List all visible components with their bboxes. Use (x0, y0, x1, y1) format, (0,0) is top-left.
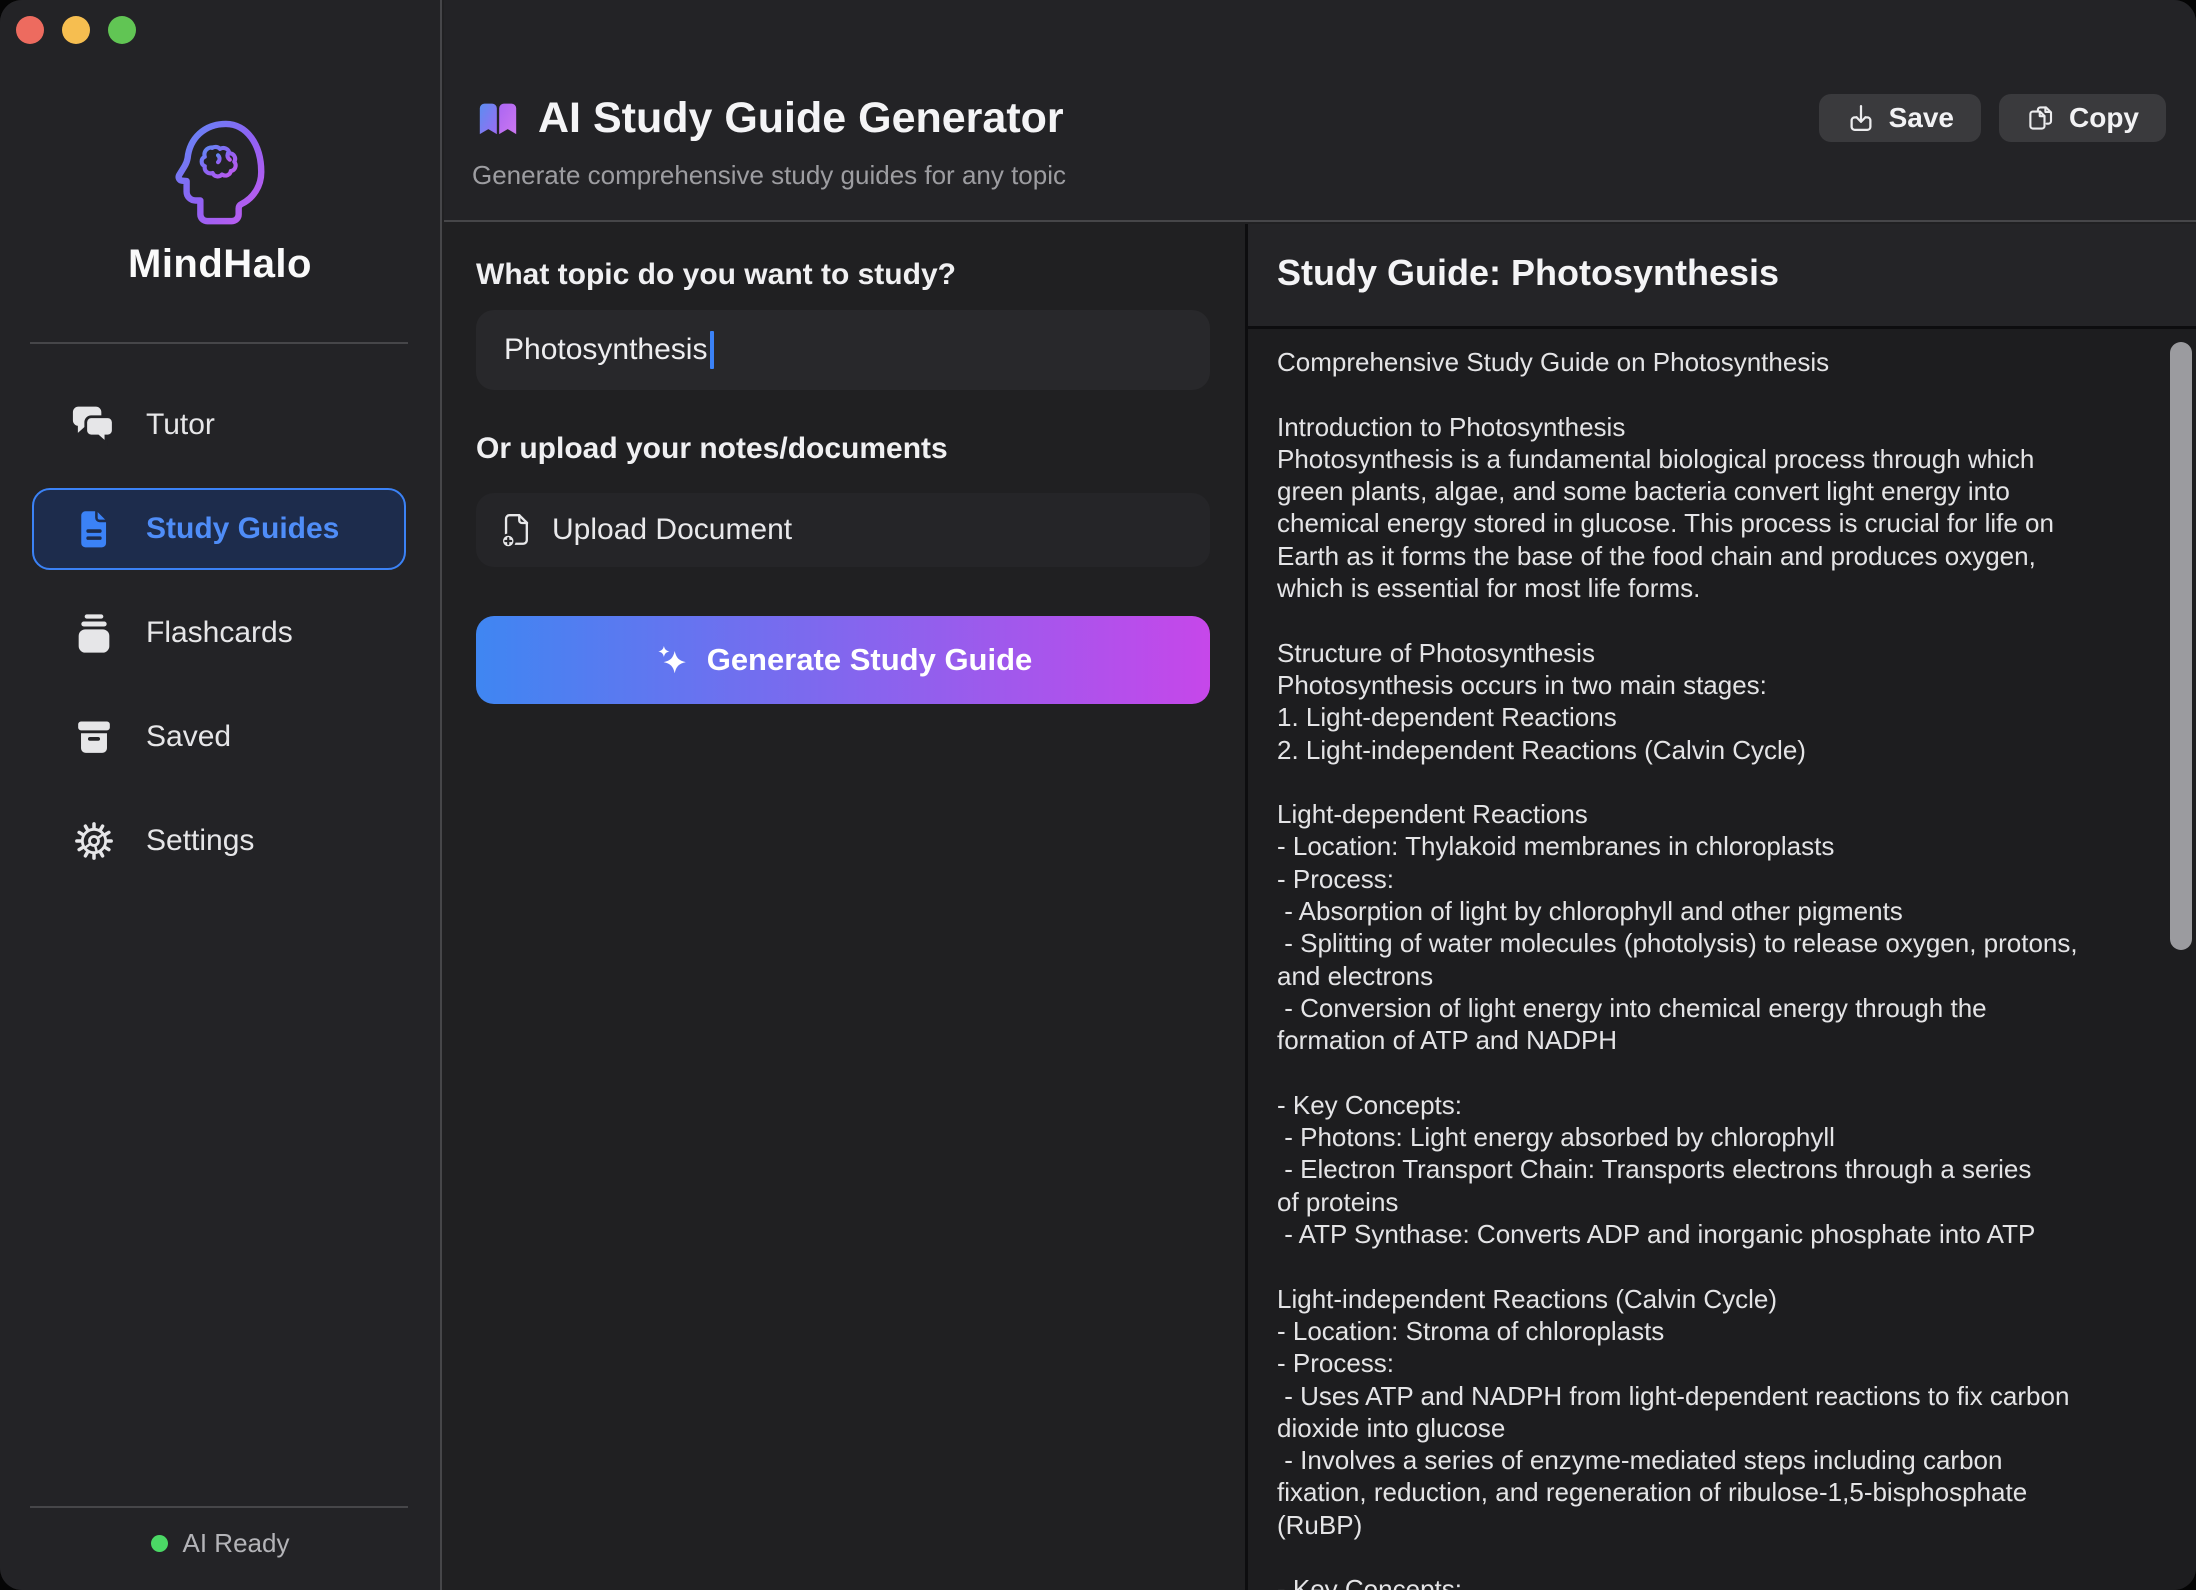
sidebar-item-label: Tutor (146, 408, 215, 442)
document-icon (70, 508, 118, 550)
brand-block: MindHalo (0, 118, 440, 287)
sidebar-item-label: Study Guides (146, 512, 339, 546)
sidebar-item-study-guides[interactable]: Study Guides (32, 488, 406, 570)
app-window: MindHalo Tutor (0, 0, 2196, 1590)
scrollbar-thumb[interactable] (2170, 342, 2192, 950)
sidebar-nav: Tutor Study Guides (32, 384, 406, 882)
zoom-button[interactable] (108, 16, 136, 44)
brand-name: MindHalo (128, 242, 312, 287)
save-download-icon (1846, 103, 1876, 133)
copy-button[interactable]: Copy (1999, 94, 2166, 142)
save-button[interactable]: Save (1819, 94, 1981, 142)
page-header: AI Study Guide Generator Generate compre… (444, 0, 2196, 222)
status-label: AI Ready (183, 1528, 290, 1559)
upload-document-button[interactable]: Upload Document (476, 493, 1210, 567)
topic-input[interactable]: Photosynthesis (476, 310, 1210, 390)
study-guide-panel: Study Guide: Photosynthesis Comprehensiv… (1248, 224, 2196, 1590)
page-title: AI Study Guide Generator (538, 94, 1064, 143)
study-guide-header: Study Guide: Photosynthesis (1248, 224, 2196, 329)
upload-label: Or upload your notes/documents (476, 432, 948, 466)
open-book-icon (476, 102, 520, 136)
sidebar-item-saved[interactable]: Saved (32, 696, 406, 778)
sidebar-item-label: Saved (146, 720, 231, 754)
brain-head-logo-icon (172, 118, 268, 228)
topic-label: What topic do you want to study? (476, 258, 956, 292)
sidebar-item-settings[interactable]: Settings (32, 800, 406, 882)
study-guide-scroll-area[interactable]: Comprehensive Study Guide on Photosynthe… (1248, 332, 2196, 1590)
chat-bubbles-icon (70, 403, 118, 447)
gear-icon (70, 821, 118, 861)
generate-study-guide-button[interactable]: Generate Study Guide (476, 616, 1210, 704)
sidebar: MindHalo Tutor (0, 0, 442, 1590)
study-guide-title: Study Guide: Photosynthesis (1277, 252, 1779, 294)
sidebar-item-label: Settings (146, 824, 254, 858)
sidebar-divider-top (30, 342, 408, 344)
copy-button-label: Copy (2069, 102, 2139, 134)
generate-button-label: Generate Study Guide (707, 642, 1033, 678)
sidebar-item-label: Flashcards (146, 616, 293, 650)
status-dot-icon (151, 1535, 168, 1552)
study-guide-text: Comprehensive Study Guide on Photosynthe… (1277, 346, 2078, 1590)
card-stack-icon (70, 611, 118, 655)
page-subtitle: Generate comprehensive study guides for … (472, 160, 1066, 191)
sidebar-item-tutor[interactable]: Tutor (32, 384, 406, 466)
sidebar-item-flashcards[interactable]: Flashcards (32, 592, 406, 674)
minimize-button[interactable] (62, 16, 90, 44)
text-cursor (710, 331, 714, 369)
topic-form-panel: What topic do you want to study? Photosy… (444, 224, 1245, 1590)
sidebar-divider-bottom (30, 1506, 408, 1508)
window-controls (16, 16, 136, 44)
main-area: AI Study Guide Generator Generate compre… (444, 0, 2196, 1590)
save-button-label: Save (1889, 102, 1954, 134)
header-actions: Save Copy (1819, 94, 2166, 142)
upload-button-label: Upload Document (552, 513, 792, 547)
ai-status: AI Ready (0, 1528, 440, 1559)
close-button[interactable] (16, 16, 44, 44)
sparkles-icon (654, 642, 690, 678)
archive-box-icon (70, 717, 118, 757)
copy-doc-icon (2026, 103, 2056, 133)
document-plus-icon (500, 512, 533, 548)
topic-input-value: Photosynthesis (504, 333, 707, 367)
